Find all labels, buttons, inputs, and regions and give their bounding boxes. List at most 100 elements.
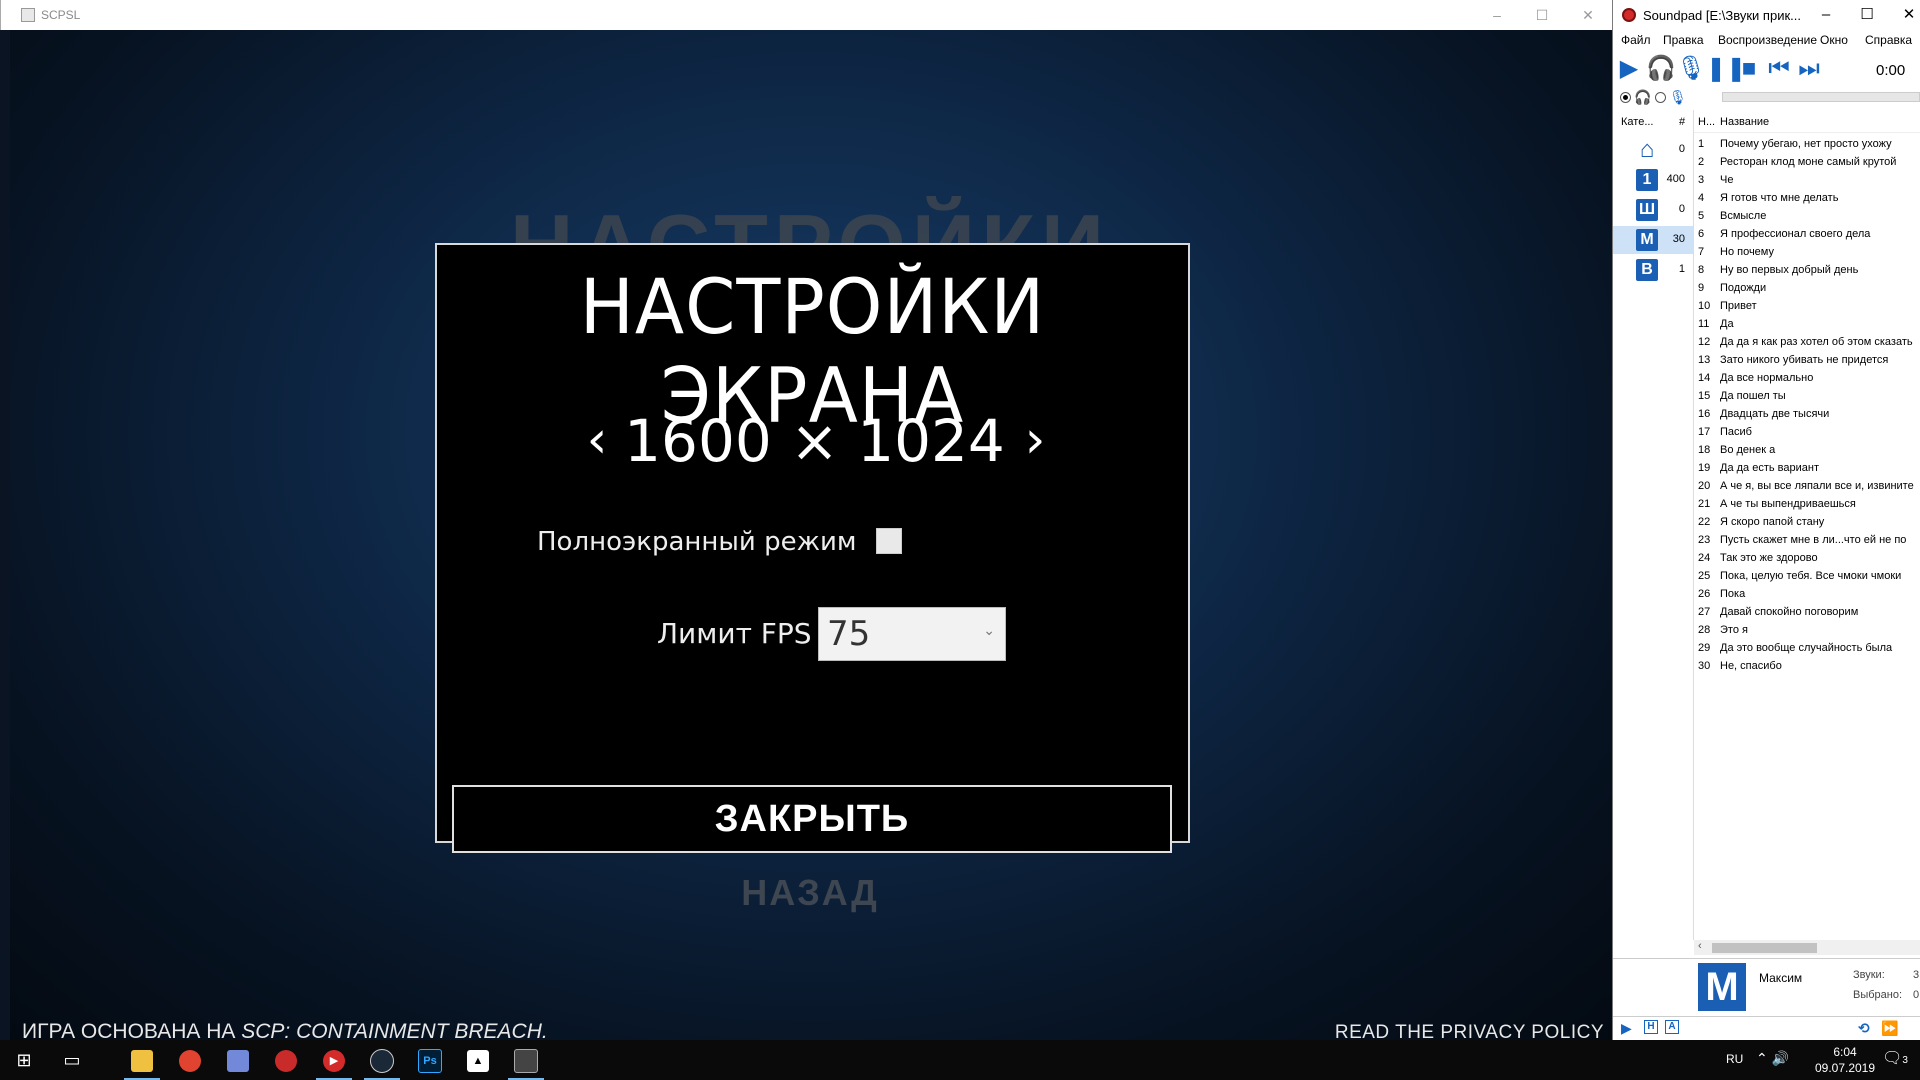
maximize-icon[interactable]: ☐ — [1531, 4, 1553, 26]
close-icon[interactable]: ✕ — [1898, 4, 1920, 26]
game-canvas: НАСТРОЙКИ НАЗАД НАСТРОЙКИ ЭКРАНА ‹ 1600 … — [10, 30, 1612, 1040]
back-button[interactable]: НАЗАД — [710, 872, 910, 914]
chevron-up-icon[interactable]: ⌃ — [1756, 1050, 1768, 1066]
repeat-icon[interactable]: ⟲ — [1858, 1020, 1870, 1037]
menu-playback[interactable]: Воспроизведение — [1718, 33, 1817, 47]
headphones-icon[interactable]: 🎧 — [1646, 55, 1676, 83]
sound-number: 12 — [1698, 336, 1711, 348]
task-view-icon[interactable]: ▭ — [48, 1040, 96, 1080]
hotkey-h-button[interactable]: Н — [1644, 1020, 1658, 1034]
volume-icon[interactable]: 🔊 — [1772, 1050, 1789, 1066]
sound-number: 17 — [1698, 426, 1711, 438]
discord-icon[interactable] — [214, 1040, 262, 1080]
fps-limit-dropdown[interactable]: 75 ⌄ — [818, 607, 1006, 661]
pause-icon[interactable]: ❚❚ — [1706, 55, 1746, 83]
next-icon[interactable]: ⏭ — [1796, 55, 1822, 83]
photoshop-icon[interactable]: Ps — [406, 1040, 454, 1080]
close-button[interactable]: ЗАКРЫТЬ — [452, 785, 1172, 853]
steam-icon[interactable] — [358, 1040, 406, 1080]
minimize-icon[interactable]: – — [1486, 4, 1508, 26]
menu-help[interactable]: Справка — [1865, 33, 1912, 47]
menu-file[interactable]: Файл — [1621, 33, 1651, 47]
sound-title: Ресторан клод моне самый крутой — [1720, 156, 1897, 168]
category-column-header[interactable]: Кате... — [1621, 116, 1653, 128]
game-titlebar[interactable]: SCPSL – ☐ ✕ — [0, 0, 1612, 30]
category-item-sh[interactable]: Ш 0 — [1613, 196, 1693, 224]
sound-title: Ну во первых добрый день — [1720, 264, 1859, 276]
sound-number: 14 — [1698, 372, 1711, 384]
sound-title: Всмысле — [1720, 210, 1767, 222]
fps-limit-label: Лимит FPS — [657, 617, 812, 650]
sound-list-item[interactable]: 30 Не, спасибо — [1694, 656, 1920, 678]
minimize-icon[interactable]: – — [1815, 4, 1837, 26]
privacy-policy-link[interactable]: READ THE PRIVACY POLICY — [1335, 1022, 1604, 1040]
play-icon[interactable]: ▶ — [1621, 1020, 1632, 1037]
display-settings-dialog: НАСТРОЙКИ ЭКРАНА ‹ 1600 × 1024 › Полноэк… — [435, 243, 1190, 853]
category-info-panel: М Максим Звуки: 3 Выбрано: 0 — [1613, 958, 1920, 1015]
clock-date: 09.07.2019 — [1814, 1061, 1876, 1075]
name-column-header[interactable]: Название — [1720, 116, 1769, 128]
scpsl-taskbar-icon[interactable] — [502, 1040, 550, 1080]
previous-icon[interactable]: ⏮ — [1766, 55, 1792, 83]
microphone-icon[interactable]: 🎙 — [1676, 55, 1706, 83]
fullscreen-checkbox[interactable] — [876, 528, 902, 554]
radio-headphones[interactable] — [1620, 92, 1631, 103]
stop-icon[interactable]: ■ — [1736, 55, 1762, 83]
sound-number: 6 — [1698, 228, 1705, 240]
horizontal-scrollbar[interactable]: ‹ — [1694, 940, 1920, 955]
clock[interactable]: 6:04 09.07.2019 — [1810, 1044, 1880, 1076]
sound-title: Пусть скажет мне в ли...что ей не по — [1720, 534, 1907, 546]
resolution-prev-button[interactable]: ‹ — [577, 410, 617, 470]
tray-icons[interactable]: ⌃ 🔊 — [1756, 1050, 1789, 1067]
soundpad-titlebar[interactable]: Soundpad [E:\Звуки прик... – ☐ ✕ — [1613, 0, 1920, 30]
category-item-home[interactable]: ⌂ 0 — [1613, 136, 1693, 164]
number-column-header[interactable]: Н... — [1698, 116, 1715, 128]
notifications-icon[interactable]: 🗨3 — [1880, 1048, 1910, 1068]
sound-title: Я готов что мне делать — [1720, 192, 1839, 204]
menu-window[interactable]: Окно — [1820, 33, 1848, 47]
menu-edit[interactable]: Правка — [1663, 33, 1704, 47]
file-explorer-icon[interactable] — [118, 1040, 166, 1080]
category-icon: 1 — [1636, 169, 1658, 191]
game-window: SCPSL – ☐ ✕ НАСТРОЙКИ НАЗАД НАСТРОЙКИ ЭК… — [0, 0, 1613, 1040]
sound-title: Но почему — [1720, 246, 1774, 258]
windows-start-icon[interactable]: ⊞ — [0, 1040, 48, 1080]
home-icon: ⌂ — [1639, 136, 1655, 163]
language-indicator[interactable]: RU — [1726, 1052, 1743, 1066]
resolution-next-button[interactable]: › — [1015, 410, 1055, 470]
headphones-icon: 🎧 — [1634, 89, 1652, 105]
soundpad-taskbar-icon[interactable]: ▶ — [310, 1040, 358, 1080]
category-item-1[interactable]: 1 400 — [1613, 166, 1693, 194]
hotkey-a-button[interactable]: А — [1665, 1020, 1679, 1034]
maximize-icon[interactable]: ☐ — [1856, 4, 1878, 26]
soundpad-bottom-toolbar: ▶ Н А ⟲ ⏩ — [1613, 1016, 1920, 1039]
footer-credit-link[interactable]: SCP: CONTAINMENT BREACH. — [241, 1020, 547, 1040]
scroll-left-icon[interactable]: ‹ — [1698, 940, 1702, 952]
record-app-icon[interactable] — [262, 1040, 310, 1080]
chrome-icon[interactable] — [166, 1040, 214, 1080]
skip-forward-icon[interactable]: ⏩ — [1881, 1020, 1898, 1037]
close-icon[interactable]: ✕ — [1577, 4, 1599, 26]
soundpad-window: Soundpad [E:\Звуки прик... – ☐ ✕ Файл Пр… — [1613, 0, 1920, 1040]
playback-progress-bar[interactable] — [1722, 92, 1920, 102]
play-icon[interactable]: ▶ — [1616, 55, 1642, 83]
selected-label: Выбрано: — [1853, 989, 1903, 1001]
category-count: 400 — [1666, 173, 1685, 185]
count-column-header[interactable]: # — [1679, 116, 1685, 128]
radio-microphone[interactable] — [1655, 92, 1666, 103]
category-item-m[interactable]: М 30 — [1613, 226, 1693, 254]
sound-number: 28 — [1698, 624, 1711, 636]
sound-number: 18 — [1698, 444, 1711, 456]
output-selector: 🎧 🎙 — [1613, 89, 1920, 107]
photos-icon[interactable]: ▲ — [454, 1040, 502, 1080]
category-icon: М — [1636, 229, 1658, 251]
soundpad-logo-icon — [1622, 8, 1636, 22]
sound-title: Подожди — [1720, 282, 1767, 294]
sound-title: Не, спасибо — [1720, 660, 1782, 672]
sound-number: 8 — [1698, 264, 1705, 276]
sound-number: 11 — [1698, 318, 1710, 330]
sound-number: 4 — [1698, 192, 1705, 204]
sound-title: А че я, вы все ляпали все и, извините — [1720, 480, 1914, 492]
category-item-v[interactable]: В 1 — [1613, 256, 1693, 284]
scrollbar-thumb[interactable] — [1712, 943, 1817, 953]
